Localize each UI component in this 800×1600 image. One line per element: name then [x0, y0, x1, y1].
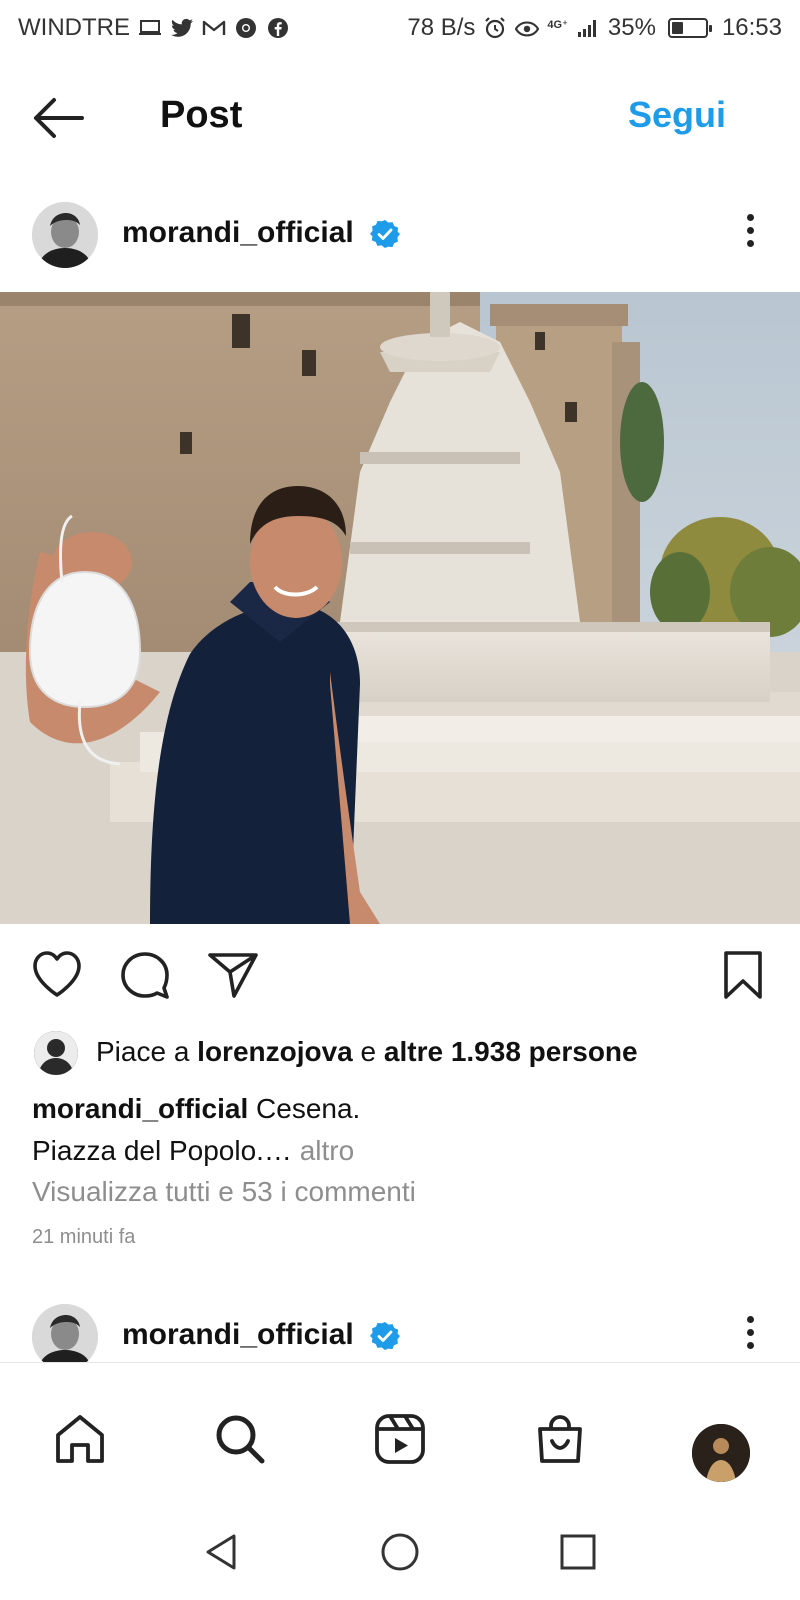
dot-icon	[746, 214, 754, 221]
alarm-icon	[483, 16, 507, 40]
verified-badge-icon	[370, 1322, 401, 1351]
signal-icon	[576, 16, 600, 40]
dot-icon	[746, 227, 754, 234]
system-navigation-bar	[0, 1502, 800, 1600]
username-label: morandi_official	[122, 1318, 354, 1351]
post-actions	[0, 944, 800, 1004]
chrome-icon	[234, 16, 258, 40]
save-button[interactable]	[716, 948, 770, 1002]
bookmark-icon	[724, 951, 762, 999]
like-button[interactable]	[30, 948, 84, 1002]
status-left: WINDTRE	[18, 14, 290, 42]
comment-icon	[121, 952, 169, 999]
caption-username[interactable]: morandi_official	[32, 1093, 248, 1124]
post-username[interactable]: morandi_official	[122, 216, 401, 250]
system-recents-button[interactable]	[556, 1530, 600, 1574]
likes-row[interactable]: Piace a lorenzojova e altre 1.938 person…	[0, 1028, 800, 1076]
search-icon	[216, 1415, 265, 1464]
likes-count[interactable]: altre 1.938 persone	[384, 1036, 638, 1067]
nav-shop[interactable]	[532, 1411, 588, 1467]
square-recents-icon	[560, 1534, 596, 1570]
triangle-back-icon	[206, 1534, 236, 1570]
reels-icon	[375, 1414, 425, 1464]
battery-icon	[667, 18, 712, 38]
liker-avatar	[34, 1031, 78, 1075]
nav-profile-avatar[interactable]	[692, 1424, 750, 1482]
arrow-left-icon	[34, 98, 84, 138]
system-home-button[interactable]	[378, 1530, 422, 1574]
bottom-nav	[0, 1362, 800, 1502]
follow-button[interactable]: Segui	[628, 94, 726, 136]
nav-search[interactable]	[212, 1411, 268, 1467]
battery-fill	[671, 22, 683, 34]
likes-middle: e	[352, 1036, 384, 1067]
clock: 16:53	[721, 14, 782, 41]
post-timestamp: 21 minuti fa	[32, 1226, 136, 1248]
more-options-button[interactable]	[744, 1316, 756, 1356]
caption-text-2: Piazza del Popolo.…	[32, 1135, 292, 1166]
more-options-button[interactable]	[744, 214, 756, 254]
caption-more-link[interactable]: altro	[300, 1135, 354, 1166]
circle-home-icon	[381, 1533, 419, 1571]
dot-icon	[746, 1329, 754, 1336]
likes-prefix: Piace a	[96, 1036, 198, 1067]
app-header: Post Segui	[0, 56, 800, 180]
status-bar: WINDTRE 78 B/s 4G⁺ 35% 16:53	[0, 0, 800, 56]
caption-text-1: Cesena.	[256, 1093, 361, 1124]
post-caption: morandi_official Cesena. Piazza del Popo…	[32, 1088, 772, 1172]
system-back-button[interactable]	[200, 1530, 244, 1574]
heart-icon	[33, 951, 81, 997]
carrier-label: WINDTRE	[18, 14, 130, 41]
nav-home[interactable]	[52, 1411, 108, 1467]
twitter-icon	[170, 16, 194, 40]
view-comments-link[interactable]: Visualizza tutti e 53 i commenti	[32, 1176, 416, 1208]
dot-icon	[746, 240, 754, 247]
facebook-icon	[266, 16, 290, 40]
status-right: 78 B/s 4G⁺ 35% 16:53	[407, 14, 782, 42]
dot-icon	[746, 1316, 754, 1323]
battery-percent: 35%	[607, 14, 656, 41]
likes-text: Piace a lorenzojova e altre 1.938 person…	[96, 1036, 638, 1068]
dot-icon	[746, 1342, 754, 1349]
mail-icon	[202, 16, 226, 40]
caption-line-1: morandi_official Cesena.	[32, 1088, 772, 1130]
nav-reels[interactable]	[372, 1411, 428, 1467]
share-button[interactable]	[206, 948, 260, 1002]
liker-username[interactable]: lorenzojova	[197, 1036, 353, 1067]
network-type: 4G⁺	[547, 18, 568, 31]
post-header: morandi_official	[0, 190, 800, 280]
avatar[interactable]	[32, 1304, 98, 1362]
screencast-icon	[138, 16, 162, 40]
username-label: morandi_official	[122, 216, 354, 249]
shop-icon	[538, 1415, 582, 1463]
page-title: Post	[160, 94, 243, 136]
post-photo[interactable]	[0, 292, 800, 924]
comment-button[interactable]	[118, 948, 172, 1002]
caption-line-2: Piazza del Popolo.… altro	[32, 1130, 772, 1172]
post-username[interactable]: morandi_official	[122, 1318, 401, 1352]
eye-icon	[515, 16, 540, 40]
next-post-header: morandi_official	[0, 1292, 800, 1362]
send-icon	[208, 953, 258, 998]
avatar[interactable]	[32, 202, 98, 268]
home-icon	[56, 1415, 104, 1463]
net-speed: 78 B/s	[407, 14, 476, 41]
back-button[interactable]	[32, 96, 88, 140]
verified-badge-icon	[370, 220, 401, 249]
